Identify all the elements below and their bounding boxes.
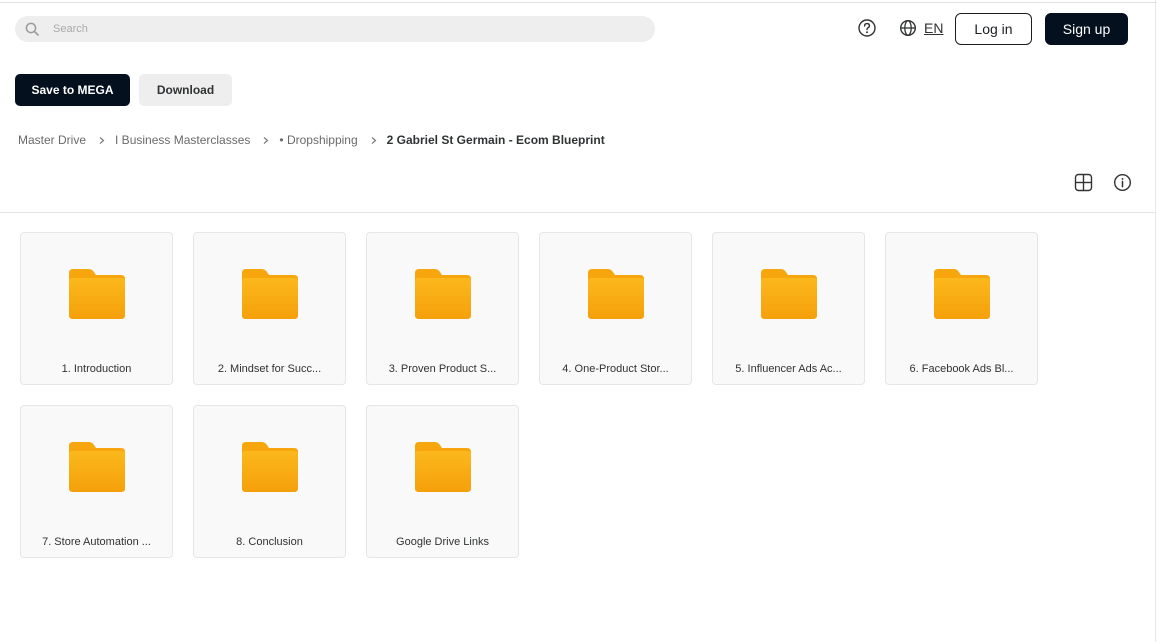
- folder-grid: 1. Introduction 2. Mindset for Succ... 3. …: [20, 232, 1080, 558]
- folder-name: 3. Proven Product S...: [388, 363, 497, 375]
- breadcrumb-current: 2 Gabriel St Germain - Ecom Blueprint: [386, 133, 605, 147]
- folder-tile[interactable]: 5. Influencer Ads Ac...: [712, 232, 865, 385]
- help-icon[interactable]: [857, 18, 877, 38]
- folder-tile[interactable]: Google Drive Links: [366, 405, 519, 558]
- folder-name: 8. Conclusion: [236, 536, 303, 548]
- header-divider: [0, 212, 1155, 213]
- chevron-right-icon: [97, 136, 106, 145]
- folder-name: 6. Facebook Ads Bl...: [909, 363, 1014, 375]
- folder-name: 5. Influencer Ads Ac...: [735, 363, 842, 375]
- folder-tile[interactable]: 8. Conclusion: [193, 405, 346, 558]
- folder-name: 2. Mindset for Succ...: [217, 363, 322, 375]
- folder-icon: [413, 440, 473, 494]
- info-icon[interactable]: [1113, 173, 1132, 192]
- globe-icon: [899, 19, 917, 37]
- folder-icon: [413, 267, 473, 321]
- breadcrumb-item-dropshipping[interactable]: • Dropshipping: [279, 133, 357, 147]
- scrollbar-track[interactable]: [1155, 0, 1156, 642]
- folder-name: Google Drive Links: [396, 536, 489, 548]
- folder-icon: [586, 267, 646, 321]
- search-icon: [23, 20, 41, 38]
- download-button[interactable]: Download: [139, 74, 232, 106]
- folder-tile[interactable]: 4. One-Product Stor...: [539, 232, 692, 385]
- folder-tile[interactable]: 3. Proven Product S...: [366, 232, 519, 385]
- signup-button[interactable]: Sign up: [1045, 13, 1128, 45]
- chevron-right-icon: [369, 136, 378, 145]
- language-selector[interactable]: EN: [899, 18, 943, 38]
- folder-name: 7. Store Automation ...: [42, 536, 151, 548]
- folder-icon: [932, 267, 992, 321]
- folder-icon: [67, 440, 127, 494]
- folder-name: 4. One-Product Stor...: [562, 363, 669, 375]
- language-code[interactable]: EN: [924, 20, 943, 36]
- folder-icon: [759, 267, 819, 321]
- folder-tile[interactable]: 6. Facebook Ads Bl...: [885, 232, 1038, 385]
- top-border: [0, 2, 1157, 3]
- folder-tile[interactable]: 1. Introduction: [20, 232, 173, 385]
- folder-icon: [240, 267, 300, 321]
- login-button[interactable]: Log in: [955, 13, 1032, 45]
- folder-name: 1. Introduction: [61, 363, 132, 375]
- search-input[interactable]: [51, 22, 615, 36]
- breadcrumb: Master Drive I Business Masterclasses • …: [18, 132, 605, 148]
- folder-icon: [67, 267, 127, 321]
- folder-icon: [240, 440, 300, 494]
- grid-view-icon[interactable]: [1074, 173, 1093, 192]
- save-to-mega-button[interactable]: Save to MEGA: [15, 74, 130, 106]
- breadcrumb-item-master-drive[interactable]: Master Drive: [18, 133, 86, 147]
- chevron-right-icon: [261, 136, 270, 145]
- search-bar[interactable]: [15, 16, 655, 42]
- folder-tile[interactable]: 2. Mindset for Succ...: [193, 232, 346, 385]
- breadcrumb-item-business-masterclasses[interactable]: I Business Masterclasses: [115, 133, 250, 147]
- folder-tile[interactable]: 7. Store Automation ...: [20, 405, 173, 558]
